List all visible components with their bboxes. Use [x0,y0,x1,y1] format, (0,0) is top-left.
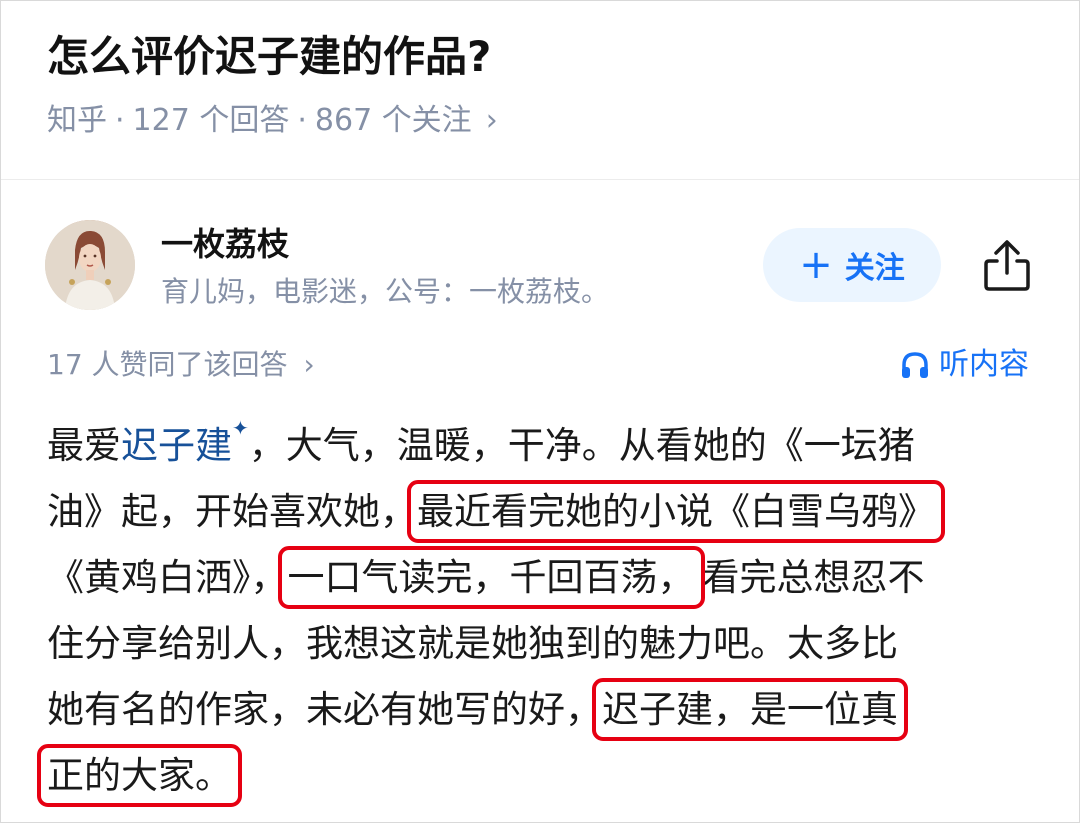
question-title[interactable]: 怎么评价迟子建的作品? [47,29,491,85]
highlighted-text: 一口气读完，千回百荡， [277,546,705,609]
content-line: 住分享给别人，我想这就是她独到的魅力吧。太多比 [47,622,898,665]
question-meta[interactable]: 知乎 · 127 个回答 · 867 个关注 › [47,101,498,141]
source-label: 知乎 [47,103,107,138]
follow-label: 关注 [844,251,905,286]
content-line: 油》起，开始喜欢她，最近看完她的小说《白雪乌鸦》 [47,479,1047,545]
text-segment: 最爱 [47,424,121,467]
separator: · [115,103,125,138]
text-segment: 看完总想忍不 [702,556,925,599]
share-icon[interactable] [981,239,1033,293]
author-bio: 育儿妈，电影迷，公号：一枚荔枝。 [161,275,610,308]
author-topic-link[interactable]: 迟子建✦ [121,416,249,467]
sparkle-icon: ✦ [232,416,249,440]
chevron-right-icon: › [303,348,315,381]
content-line: 正的大家。 [37,743,1047,809]
listen-label: 听内容 [939,347,1029,382]
plus-icon: + [799,242,833,288]
text-segment: ，大气，温暖，干净。从看她的《一坛猪 [248,424,915,467]
content-line: 最爱迟子建✦，大气，温暖，干净。从看她的《一坛猪 [47,413,1047,479]
separator: · [297,103,307,138]
divider [1,179,1079,180]
text-segment: 油》起，开始喜欢她， [47,490,417,533]
listen-button[interactable]: 听内容 [899,345,1029,385]
likes-summary[interactable]: 17 人赞同了该回答 › [47,345,315,385]
headphones-icon [902,352,928,378]
answer-content: 最爱迟子建✦，大气，温暖，干净。从看她的《一坛猪 油》起，开始喜欢她，最近看完她… [37,413,1047,809]
follow-button[interactable]: + 关注 [763,228,941,302]
app-frame: 怎么评价迟子建的作品? 知乎 · 127 个回答 · 867 个关注 › 一枚荔枝 育儿妈… [0,0,1080,823]
answer-count: 127 个回答 [132,103,290,138]
likes-label: 17 人赞同了该回答 [47,348,288,381]
highlighted-text: 最近看完她的小说《白雪乌鸦》 [407,480,945,543]
text-segment: 《黄鸡白洒》， [47,556,288,599]
highlighted-text: 正的大家。 [37,744,242,807]
avatar[interactable] [45,220,135,310]
content-line: 《黄鸡白洒》，一口气读完，千回百荡， 看完总想忍不 [47,545,1047,611]
chevron-right-icon: › [485,103,498,138]
link-text: 迟子建 [121,424,232,467]
text-segment: 她有名的作家，未必有她写的好， [47,688,602,731]
author-name[interactable]: 一枚荔枝 [161,223,289,265]
highlighted-text: 迟子建，是一位真 [592,678,908,741]
content-line: 她有名的作家，未必有她写的好，迟子建，是一位真 [47,677,1047,743]
follower-count: 867 个关注 [314,103,472,138]
